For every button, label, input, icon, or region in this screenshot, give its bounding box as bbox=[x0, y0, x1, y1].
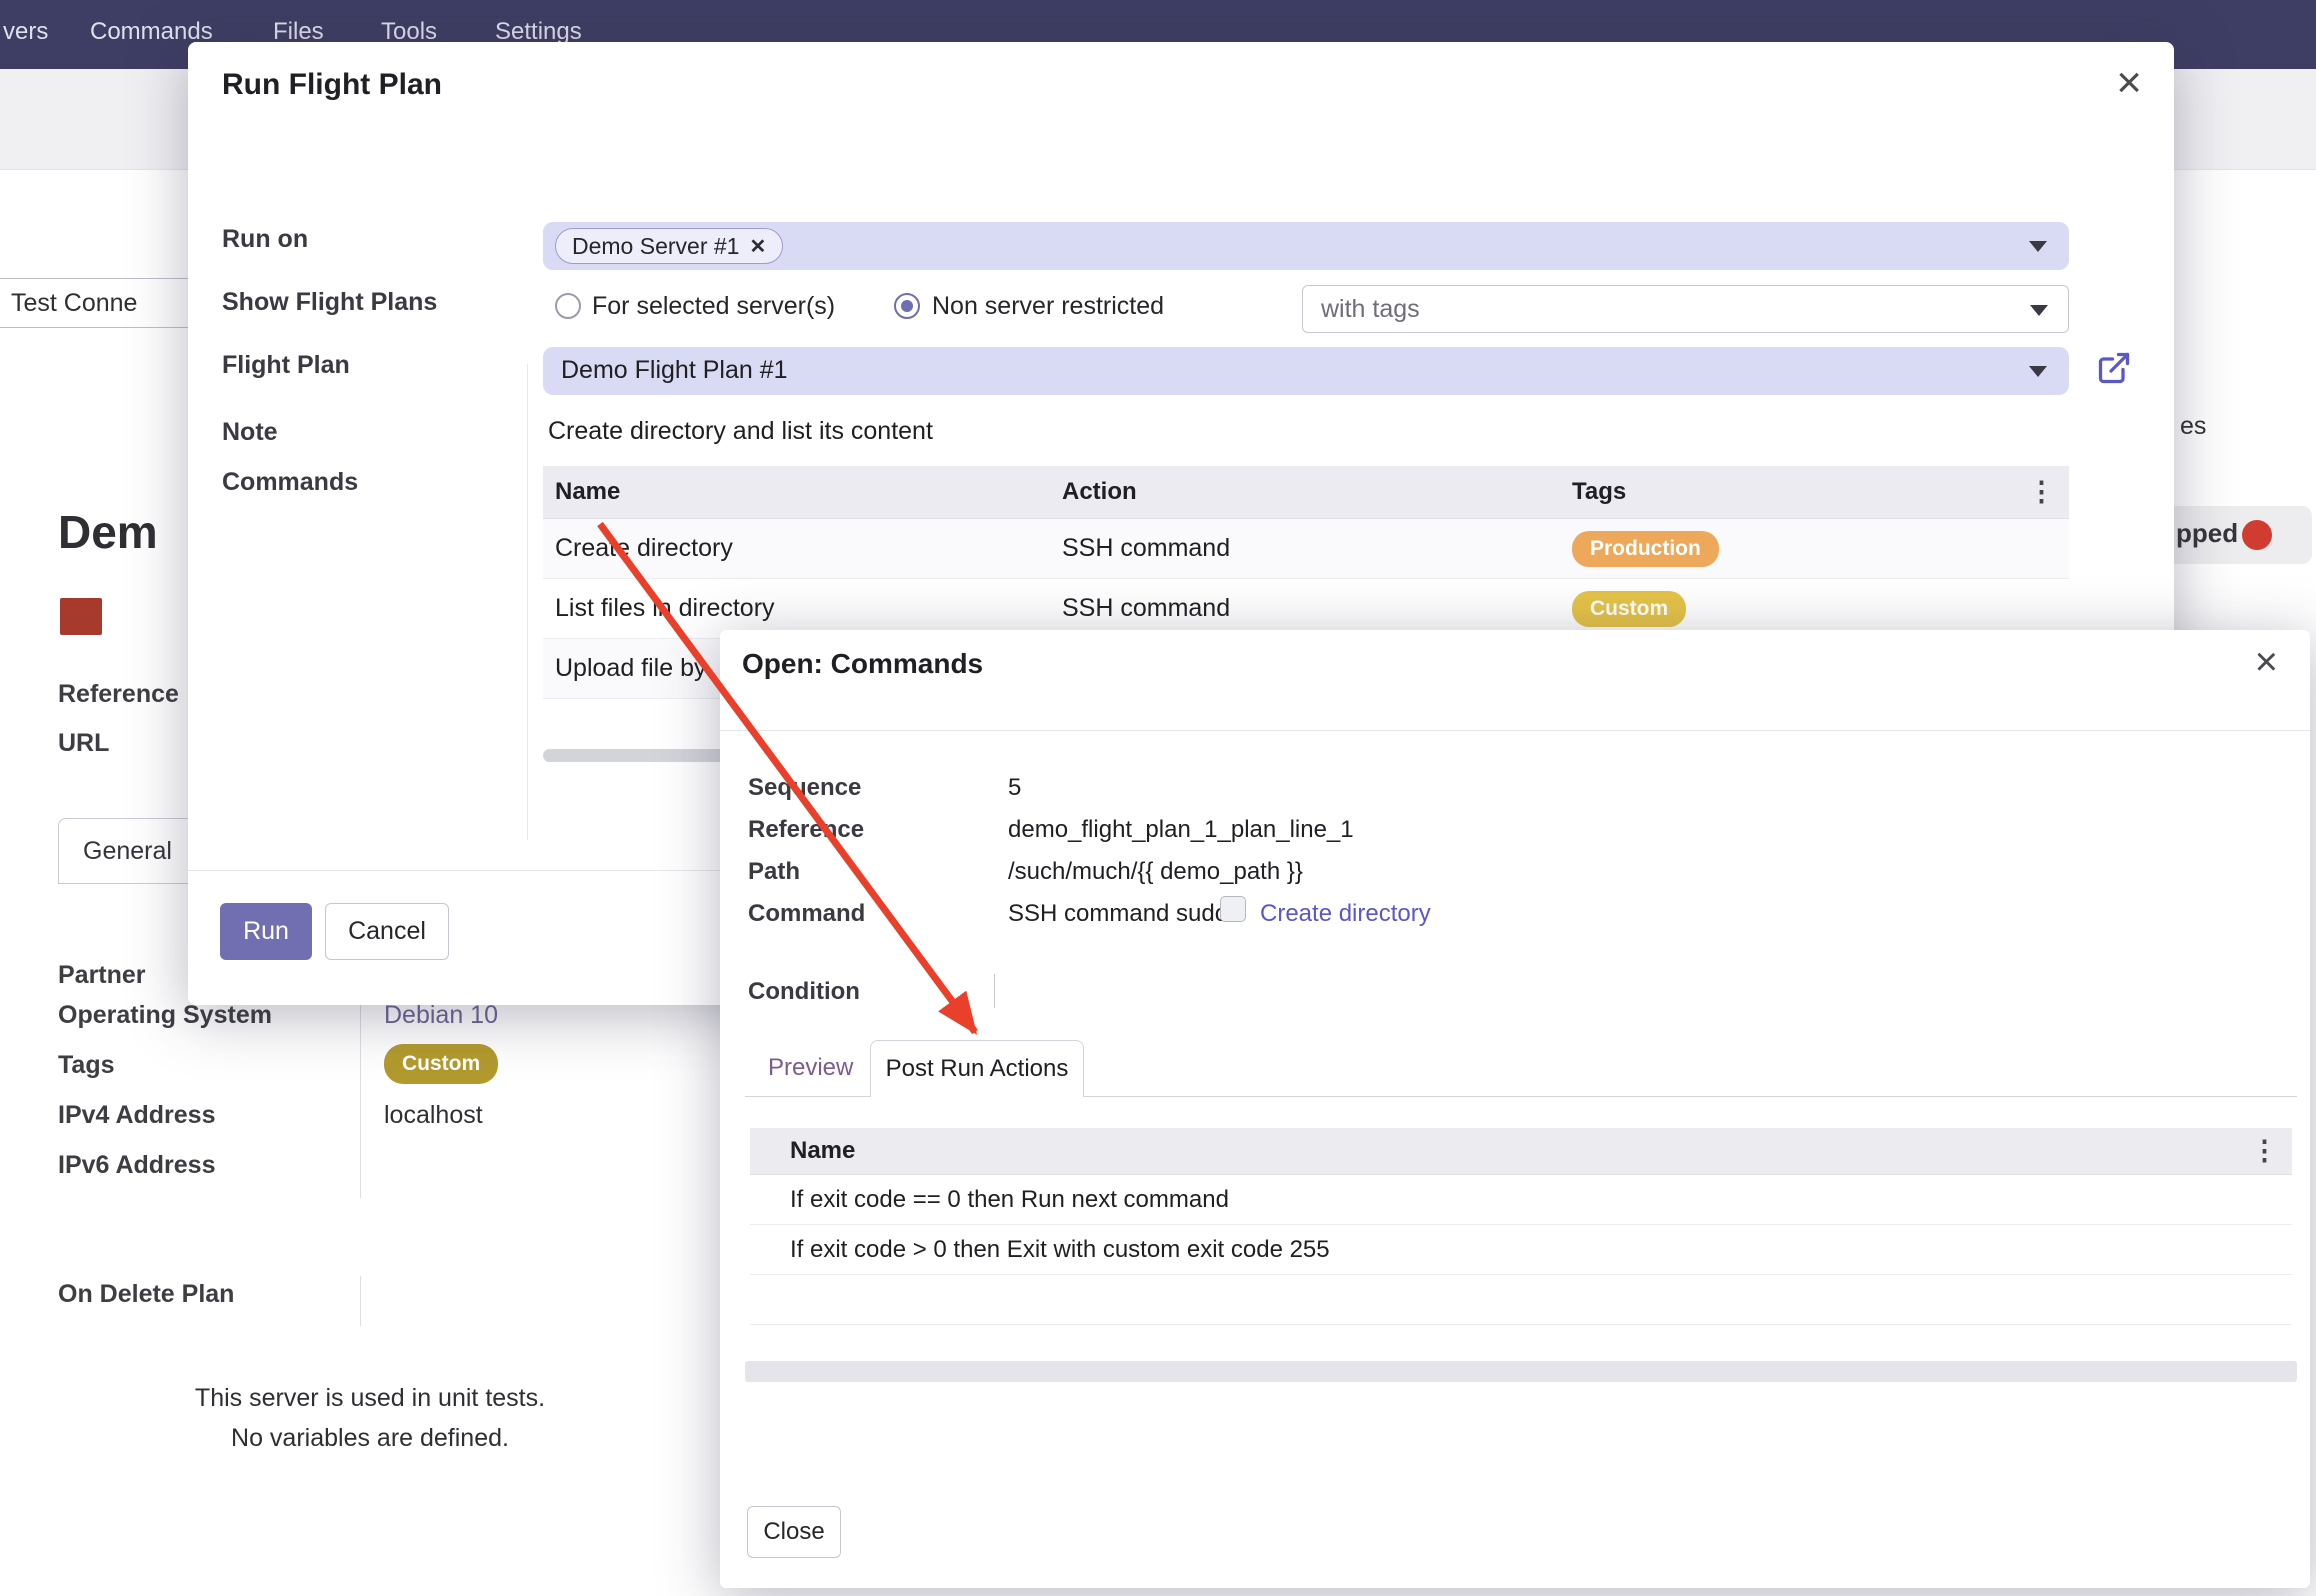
column-options-icon[interactable]: ⋮ bbox=[2028, 477, 2055, 508]
nav-item-servers[interactable]: vers bbox=[3, 0, 48, 69]
cell-name: If exit code == 0 then Run next command bbox=[790, 1186, 1229, 1214]
post-run-actions-table: Name ⋮ If exit code == 0 then Run next c… bbox=[750, 1128, 2292, 1325]
show-flight-plans-label: Show Flight Plans bbox=[222, 288, 437, 317]
column-header-name[interactable]: Name bbox=[790, 1137, 855, 1165]
run-on-label: Run on bbox=[222, 225, 308, 254]
operating-system-label: Operating System bbox=[58, 1001, 272, 1030]
cell-action: SSH command bbox=[1062, 594, 1572, 623]
status-dot-icon bbox=[2242, 520, 2272, 550]
ipv6-label: IPv6 Address bbox=[58, 1151, 215, 1180]
tab-general[interactable]: General bbox=[58, 818, 194, 884]
cell-name: List files in directory bbox=[543, 594, 1062, 623]
ipv4-label: IPv4 Address bbox=[58, 1101, 215, 1130]
server-page-title: Dem bbox=[58, 505, 158, 559]
form-separator bbox=[360, 1276, 361, 1326]
radio-non-server-restricted[interactable] bbox=[894, 293, 920, 319]
url-label: URL bbox=[58, 729, 109, 758]
column-header-action[interactable]: Action bbox=[1062, 478, 1572, 506]
server-note-line2: No variables are defined. bbox=[90, 1418, 650, 1458]
flight-plan-label: Flight Plan bbox=[222, 351, 350, 380]
run-button[interactable]: Run bbox=[220, 903, 312, 960]
modal-header-divider bbox=[720, 730, 2310, 731]
external-link-icon[interactable] bbox=[2096, 350, 2132, 386]
radio-dot-icon bbox=[901, 300, 913, 312]
server-tag-label: Demo Server #1 bbox=[572, 233, 739, 260]
tab-preview[interactable]: Preview bbox=[768, 1054, 853, 1082]
sequence-label: Sequence bbox=[748, 774, 861, 802]
reference-label: Reference bbox=[58, 680, 179, 709]
chevron-down-icon bbox=[2030, 305, 2048, 316]
test-connection-button[interactable]: Test Conne bbox=[0, 278, 194, 328]
right-text-fragment: es bbox=[2180, 412, 2206, 441]
flight-plan-value: Demo Flight Plan #1 bbox=[561, 356, 788, 385]
modal-title: Open: Commands bbox=[742, 648, 983, 680]
tag-badge-custom: Custom bbox=[1572, 591, 1686, 627]
cell-name: Create directory bbox=[543, 534, 1062, 563]
create-directory-link[interactable]: Create directory bbox=[1260, 900, 1431, 928]
reference-value: demo_flight_plan_1_plan_line_1 bbox=[1008, 816, 1354, 844]
screen: vers Commands Files Tools Settings Test … bbox=[0, 0, 2316, 1596]
table-row[interactable]: If exit code > 0 then Exit with custom e… bbox=[750, 1225, 2292, 1275]
tags-badge: Custom bbox=[384, 1044, 498, 1084]
on-delete-plan-label: On Delete Plan bbox=[58, 1280, 234, 1309]
label-content-separator bbox=[527, 364, 528, 840]
command-label: Command bbox=[748, 900, 865, 928]
server-tag-chip[interactable]: Demo Server #1 ✕ bbox=[555, 228, 783, 264]
ipv4-value: localhost bbox=[384, 1101, 483, 1130]
sequence-value: 5 bbox=[1008, 774, 1021, 802]
open-commands-modal: Open: Commands × Sequence 5 Reference de… bbox=[720, 630, 2310, 1588]
column-header-name[interactable]: Name bbox=[543, 478, 1062, 506]
path-value: /such/much/{{ demo_path }} bbox=[1008, 858, 1303, 886]
table-scrollbar-track bbox=[745, 1361, 2297, 1382]
chevron-down-icon bbox=[2029, 241, 2047, 252]
reference-label: Reference bbox=[748, 816, 864, 844]
modal-title: Run Flight Plan bbox=[222, 68, 442, 102]
path-label: Path bbox=[748, 858, 800, 886]
cell-action: SSH command bbox=[1062, 534, 1572, 563]
table-row[interactable]: Create directory SSH command Production bbox=[543, 519, 2069, 579]
post-run-actions-table-header: Name ⋮ bbox=[750, 1128, 2292, 1175]
close-button[interactable]: Close bbox=[747, 1506, 841, 1558]
cell-name: If exit code > 0 then Exit with custom e… bbox=[790, 1236, 1330, 1264]
close-icon[interactable]: × bbox=[2116, 58, 2142, 108]
radio-non-server-restricted-label: Non server restricted bbox=[932, 292, 1164, 321]
server-color-swatch bbox=[60, 598, 102, 635]
radio-for-selected-servers-label: For selected server(s) bbox=[592, 292, 835, 321]
commands-label: Commands bbox=[222, 468, 358, 497]
command-checkbox[interactable] bbox=[1220, 896, 1246, 922]
tag-badge-production: Production bbox=[1572, 531, 1719, 567]
radio-for-selected-servers[interactable] bbox=[555, 293, 581, 319]
tags-label: Tags bbox=[58, 1051, 115, 1080]
close-icon[interactable]: × bbox=[2255, 640, 2278, 685]
partner-label: Partner bbox=[58, 961, 146, 990]
chevron-down-icon bbox=[2029, 366, 2047, 377]
table-row-empty bbox=[750, 1275, 2292, 1325]
cancel-button[interactable]: Cancel bbox=[325, 903, 449, 960]
tab-post-run-actions[interactable]: Post Run Actions bbox=[870, 1040, 1084, 1097]
with-tags-select[interactable]: with tags bbox=[1302, 285, 2069, 333]
commands-table-header: Name Action Tags ⋮ bbox=[543, 466, 2069, 519]
condition-field-separator bbox=[994, 974, 995, 1008]
server-note: This server is used in unit tests. No va… bbox=[90, 1378, 650, 1458]
condition-label: Condition bbox=[748, 978, 860, 1006]
flight-plan-select[interactable]: Demo Flight Plan #1 bbox=[543, 347, 2069, 395]
column-header-tags[interactable]: Tags bbox=[1572, 478, 2069, 506]
server-note-line1: This server is used in unit tests. bbox=[90, 1378, 650, 1418]
operating-system-value-link[interactable]: Debian 10 bbox=[384, 1001, 498, 1030]
command-value: SSH command sudo bbox=[1008, 900, 1228, 928]
table-row[interactable]: If exit code == 0 then Run next command bbox=[750, 1175, 2292, 1225]
run-on-multiselect[interactable]: Demo Server #1 ✕ bbox=[543, 222, 2069, 270]
remove-tag-icon[interactable]: ✕ bbox=[749, 234, 766, 259]
with-tags-placeholder: with tags bbox=[1321, 295, 1420, 324]
server-status-label: pped bbox=[2176, 518, 2238, 549]
column-options-icon[interactable]: ⋮ bbox=[2251, 1136, 2278, 1167]
note-value: Create directory and list its content bbox=[548, 417, 933, 446]
note-label: Note bbox=[222, 418, 278, 447]
